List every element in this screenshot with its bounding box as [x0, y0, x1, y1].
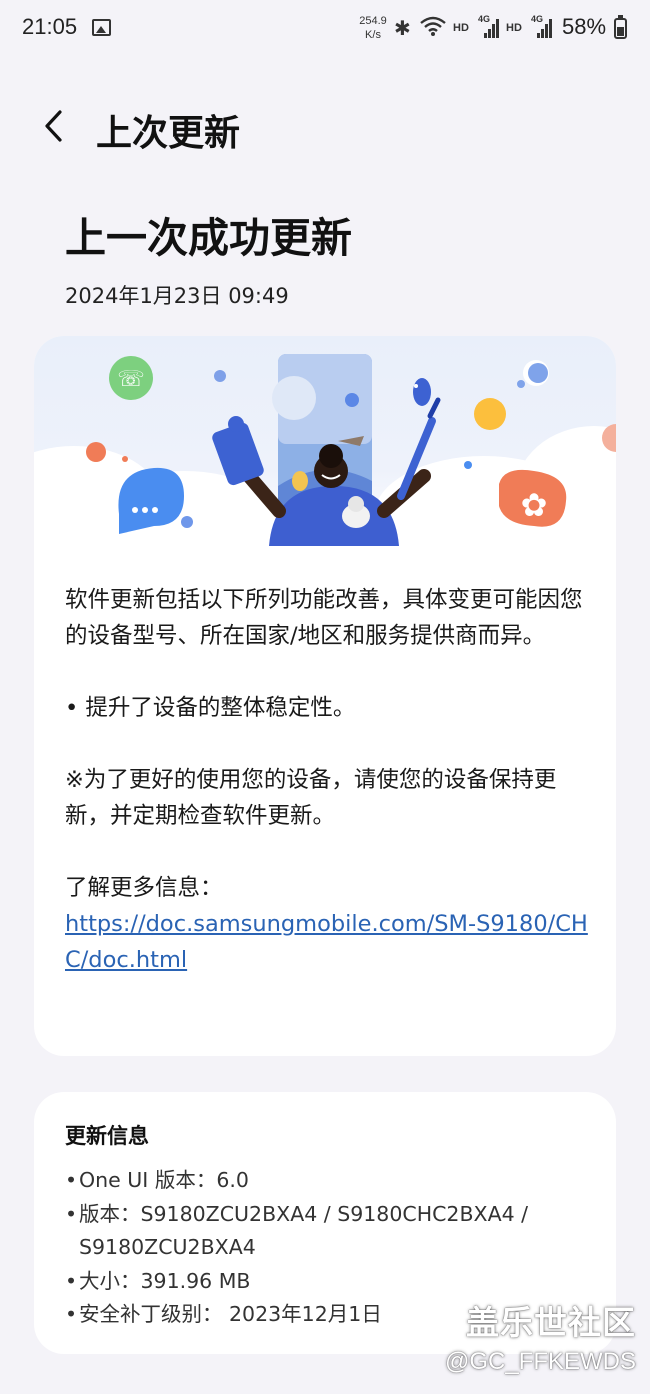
network-speed: 254.9 K/s	[356, 14, 390, 42]
info-item-size: • 大小：391.96 MB	[65, 1265, 595, 1299]
info-item-text: 版本：S9180ZCU2BXA4 / S9180CHC2BXA4 / S9180…	[79, 1201, 529, 1260]
info-item-text: 安全补丁级别： 2023年12月1日	[79, 1302, 382, 1326]
wifi-icon	[420, 16, 446, 36]
section-title: 上一次成功更新	[65, 214, 352, 262]
svg-text:☏: ☏	[117, 367, 145, 392]
back-arrow-icon	[45, 110, 62, 142]
info-item-version: • 版本：S9180ZCU2BXA4 / S9180CHC2BXA4 / S918…	[65, 1198, 595, 1265]
hd-label-1: HD	[453, 22, 469, 34]
update-illustration: ☏ ✿	[34, 354, 616, 558]
page-title: 上次更新	[96, 113, 241, 154]
release-description: 软件更新包括以下所列功能改善，具体变更可能因您的设备型号、所在国家/地区和服务提…	[65, 587, 583, 649]
update-details-card: ☏ ✿ 软件更新包括以下所列功能改善，具体变更可能因您的设备型号、所在国家/地区…	[34, 336, 616, 1056]
release-notes-link[interactable]: https://doc.samsungmobile.com/SM-S9180/C…	[65, 911, 588, 973]
info-item-text: One UI 版本：6.0	[79, 1168, 249, 1192]
update-date: 2024年1月23日 09:49	[65, 284, 289, 308]
battery-percent: 58%	[562, 14, 607, 39]
back-button[interactable]	[36, 104, 76, 148]
network-speed-value: 254.9	[359, 15, 387, 27]
info-item-text: 大小：391.96 MB	[79, 1268, 251, 1293]
more-info-label: 了解更多信息：	[65, 875, 223, 901]
info-item-oneui: • One UI 版本：6.0	[65, 1164, 595, 1198]
watermark-brand: 盖乐世社区	[466, 1304, 636, 1341]
hero-illustration: ☏ ✿	[34, 336, 616, 558]
battery-icon	[614, 15, 627, 39]
status-time: 21:05	[22, 14, 78, 39]
photo-icon	[92, 19, 111, 36]
watermark-handle: @GC_FFKEWDS	[444, 1348, 636, 1375]
release-bullet: • 提升了设备的整体稳定性。	[65, 695, 356, 721]
release-notes: 软件更新包括以下所列功能改善，具体变更可能因您的设备型号、所在国家/地区和服务提…	[65, 582, 595, 978]
release-note: ※为了更好的使用您的设备，请使您的设备保持更新，并定期检查软件更新。	[65, 767, 557, 829]
info-title: 更新信息	[65, 1124, 149, 1148]
hd-label-2: HD	[506, 22, 522, 34]
svg-text:✿: ✿	[521, 486, 548, 524]
signal-icon	[537, 18, 553, 38]
signal-icon	[484, 18, 500, 38]
community-watermark: 盖乐世社区 @GC_FFKEWDS	[445, 1296, 636, 1376]
status-bar: 21:05 254.9 K/s ✱ HD 4G HD 4G 58%	[0, 0, 650, 58]
network-speed-unit: K/s	[365, 29, 381, 41]
bluetooth-icon: ✱	[394, 16, 411, 40]
